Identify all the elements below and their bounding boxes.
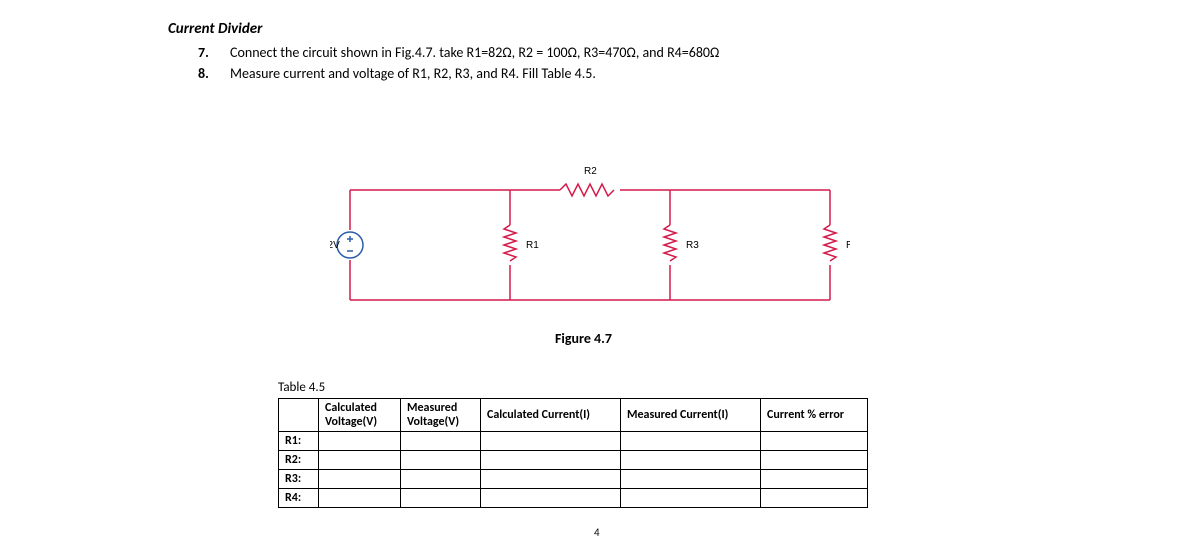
table-header: Current % error — [761, 399, 868, 432]
table-header: Measured Current(I) — [621, 399, 761, 432]
source-label: 12V — [330, 240, 340, 251]
table-caption: Table 4.5 — [278, 380, 325, 395]
row-label: R2: — [279, 451, 319, 470]
figure-caption: Figure 4.7 — [555, 330, 612, 347]
row-label: R3: — [279, 470, 319, 489]
r2-label: R2 — [584, 166, 597, 177]
row-label: R1: — [279, 432, 319, 451]
table-header-row: Calculated Voltage(V) Measured Voltage(V… — [279, 399, 868, 432]
table-header: Calculated Voltage(V) — [319, 399, 401, 432]
list-item: 7. Connect the circuit shown in Fig.4.7.… — [198, 42, 1200, 63]
list-item: 8. Measure current and voltage of R1, R2… — [198, 63, 1200, 84]
table-row: R1: — [279, 432, 868, 451]
r3-label: R3 — [686, 240, 699, 251]
instruction-list: 7. Connect the circuit shown in Fig.4.7.… — [198, 42, 1200, 84]
list-text: Measure current and voltage of R1, R2, R… — [230, 63, 596, 84]
table-row: R4: — [279, 489, 868, 508]
page-number: 4 — [594, 526, 600, 539]
list-text: Connect the circuit shown in Fig.4.7. ta… — [230, 42, 719, 63]
section-heading: Current Divider — [168, 20, 1200, 38]
list-number: 7. — [198, 42, 216, 63]
row-label: R4: — [279, 489, 319, 508]
table-row: R2: — [279, 451, 868, 470]
table-header: Measured Voltage(V) — [401, 399, 481, 432]
r1-label: R1 — [526, 240, 539, 251]
table-header: Calculated Current(I) — [481, 399, 621, 432]
circuit-diagram: 12V R1 R2 R3 R4 — [330, 160, 850, 320]
r4-label: R4 — [846, 240, 850, 251]
table-header — [279, 399, 319, 432]
list-number: 8. — [198, 63, 216, 84]
table-row: R3: — [279, 470, 868, 489]
data-table: Calculated Voltage(V) Measured Voltage(V… — [278, 398, 868, 508]
